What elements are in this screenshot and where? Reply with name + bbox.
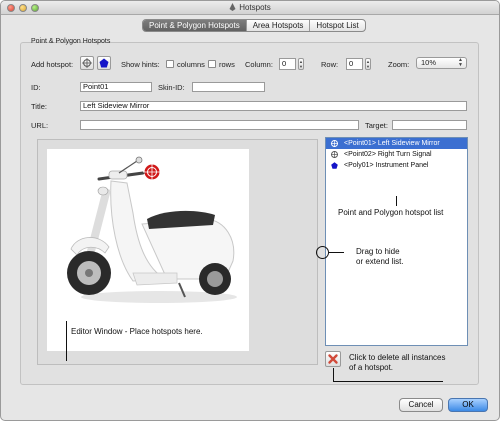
skin-id-label: Skin-ID:: [158, 83, 185, 92]
tab-bar: Point & Polygon Hotspots Area Hotspots H…: [142, 19, 366, 32]
list-item-label: <Poly01> Instrument Panel: [344, 162, 429, 169]
row-label: Row:: [321, 60, 339, 69]
add-point-hotspot-button[interactable]: [80, 56, 94, 70]
crosshair-icon: [82, 58, 92, 68]
add-polygon-hotspot-button[interactable]: [97, 56, 111, 70]
skin-id-field[interactable]: [192, 82, 265, 92]
drag-annotation-2: or extend list.: [356, 257, 404, 266]
list-item-poly01[interactable]: <Poly01> Instrument Panel: [326, 160, 467, 171]
title-bar[interactable]: Hotspots: [1, 1, 499, 15]
app-icon: [229, 3, 236, 11]
delete-annotation-1: Click to delete all instances: [349, 353, 446, 362]
window-title-text: Hotspots: [239, 3, 271, 12]
polygon-icon: [99, 58, 109, 68]
group-label: Point & Polygon Hotspots: [31, 38, 111, 45]
tab-point-polygon-hotspots[interactable]: Point & Polygon Hotspots: [143, 20, 247, 31]
list-annotation: Point and Polygon hotspot list: [338, 208, 444, 217]
url-label: URL:: [31, 121, 49, 130]
cancel-button[interactable]: Cancel: [399, 398, 443, 412]
zoom-value: 10%: [421, 58, 437, 67]
drag-callout-line: [329, 252, 344, 253]
list-item-label: <Point01> Left Sideview Mirror: [344, 140, 440, 147]
delete-x-icon: [328, 354, 338, 364]
hotspot-marker-icon[interactable]: [143, 163, 161, 181]
title-field[interactable]: Left Sideview Mirror: [80, 101, 467, 111]
delete-callout-line-v: [333, 368, 334, 381]
columns-checkbox[interactable]: [166, 60, 174, 68]
row-stepper[interactable]: ▲ ▼: [365, 58, 371, 70]
column-label: Column:: [245, 60, 273, 69]
editor-annotation: Editor Window - Place hotspots here.: [71, 327, 203, 336]
point-hotspot-icon: [331, 140, 338, 147]
polygon-hotspot-icon: [331, 162, 338, 169]
id-label: ID:: [31, 83, 41, 92]
drag-handle-circle[interactable]: [316, 246, 329, 259]
hotspot-list[interactable]: <Point01> Left Sideview Mirror <Point02>…: [325, 137, 468, 346]
zoom-select[interactable]: 10% ▲ ▼: [416, 57, 467, 69]
list-item-point02[interactable]: <Point02> Right Turn Signal: [326, 149, 467, 160]
row-field[interactable]: 0: [346, 58, 363, 70]
column-stepper[interactable]: ▲ ▼: [298, 58, 304, 70]
zoom-label: Zoom:: [388, 60, 410, 69]
id-field[interactable]: Point01: [80, 82, 152, 92]
title-label: Title:: [31, 102, 47, 111]
drag-annotation-1: Drag to hide: [356, 247, 400, 256]
add-hotspot-label: Add hotspot:: [31, 60, 74, 69]
ok-button[interactable]: OK: [448, 398, 488, 412]
target-field[interactable]: [392, 120, 467, 130]
list-item-label: <Point02> Right Turn Signal: [344, 151, 432, 158]
rows-label: rows: [219, 60, 235, 69]
select-arrows-icon: ▲ ▼: [458, 57, 463, 68]
column-field[interactable]: 0: [279, 58, 296, 70]
window-title: Hotspots: [1, 3, 499, 12]
list-item-point01[interactable]: <Point01> Left Sideview Mirror: [326, 138, 467, 149]
rows-checkbox[interactable]: [208, 60, 216, 68]
show-hints-label: Show hints:: [121, 60, 160, 69]
list-callout-line: [396, 196, 397, 206]
tab-area-hotspots[interactable]: Area Hotspots: [247, 20, 311, 31]
point-hotspot-icon: [331, 151, 338, 158]
editor-canvas[interactable]: [47, 149, 249, 351]
tab-hotspot-list[interactable]: Hotspot List: [310, 20, 364, 31]
target-label: Target:: [365, 121, 388, 130]
columns-label: columns: [177, 60, 205, 69]
delete-hotspot-button[interactable]: [325, 351, 341, 367]
delete-callout-line-h: [333, 381, 443, 382]
url-field[interactable]: [80, 120, 359, 130]
delete-annotation-2: of a hotspot.: [349, 363, 394, 372]
editor-callout-line: [66, 321, 67, 361]
